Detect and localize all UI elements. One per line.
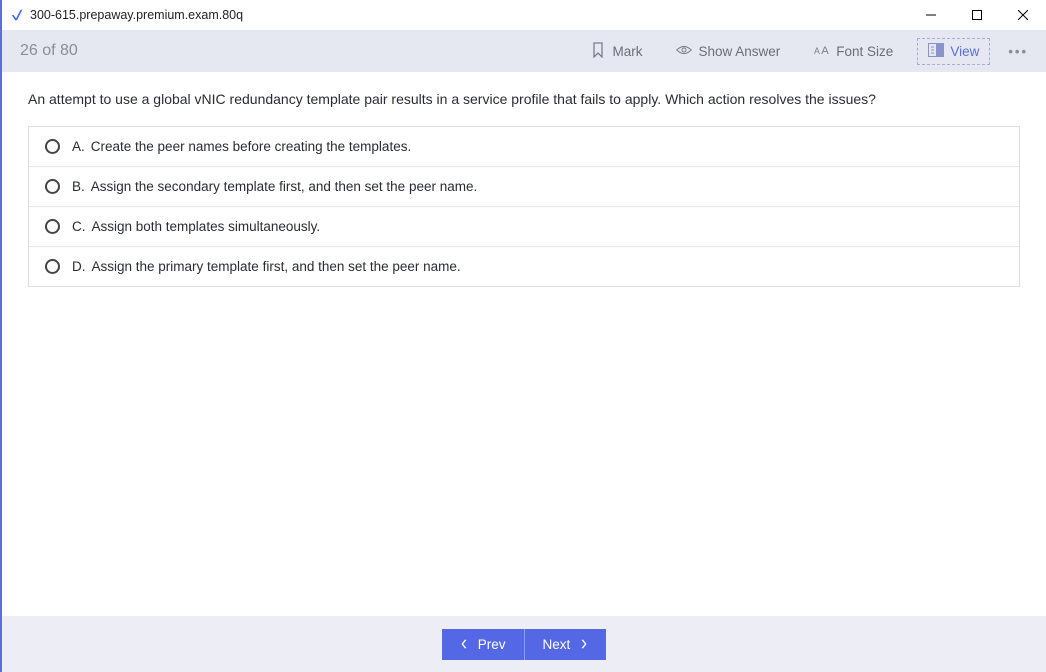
option-a[interactable]: A. Create the peer names before creating … [29,127,1019,167]
svg-text:A: A [821,45,829,57]
bookmark-icon [590,42,606,61]
option-letter: C. [72,219,86,234]
chevron-right-icon [580,637,588,652]
view-label: View [950,44,979,59]
font-size-label: Font Size [836,44,893,59]
option-text: Assign the primary template first, and t… [92,259,461,274]
font-size-icon: AA [814,42,830,61]
footer-nav: Prev Next [2,616,1046,672]
option-letter: D. [72,259,86,274]
option-c[interactable]: C. Assign both templates simultaneously. [29,207,1019,247]
mark-button[interactable]: Mark [580,38,652,65]
options-list: A. Create the peer names before creating … [28,126,1020,287]
question-counter: 26 of 80 [20,42,78,60]
close-button[interactable] [1000,0,1046,30]
option-letter: B. [72,179,85,194]
window-titlebar: 300-615.prepaway.premium.exam.80q [2,0,1046,30]
toolbar: 26 of 80 Mark Show Answer AA Font Size V… [2,30,1046,72]
show-answer-button[interactable]: Show Answer [666,38,790,65]
chevron-left-icon [460,637,468,652]
prev-label: Prev [478,637,506,652]
option-text: Assign both templates simultaneously. [92,219,321,234]
svg-text:A: A [814,46,820,56]
view-icon [928,42,944,61]
minimize-button[interactable] [908,0,954,30]
next-label: Next [543,637,571,652]
option-d[interactable]: D. Assign the primary template first, and… [29,247,1019,286]
nav-buttons: Prev Next [442,629,607,660]
radio-icon [45,219,60,234]
option-text: Assign the secondary template first, and… [91,179,477,194]
radio-icon [45,179,60,194]
option-text: Create the peer names before creating th… [91,139,411,154]
option-b[interactable]: B. Assign the secondary template first, a… [29,167,1019,207]
prev-button[interactable]: Prev [442,629,525,660]
ellipsis-icon: ••• [1008,44,1028,59]
font-size-button[interactable]: AA Font Size [804,38,903,65]
next-button[interactable]: Next [525,629,607,660]
window-controls [908,0,1046,30]
mark-label: Mark [612,44,642,59]
app-icon [10,8,24,22]
view-button[interactable]: View [917,38,990,65]
eye-icon [676,42,692,61]
maximize-button[interactable] [954,0,1000,30]
question-area: An attempt to use a global vNIC redundan… [2,72,1046,616]
window-title: 300-615.prepaway.premium.exam.80q [30,8,908,22]
radio-icon [45,139,60,154]
radio-icon [45,259,60,274]
show-answer-label: Show Answer [698,44,780,59]
question-text: An attempt to use a global vNIC redundan… [28,90,1020,110]
option-letter: A. [72,139,85,154]
more-button[interactable]: ••• [1004,40,1032,63]
